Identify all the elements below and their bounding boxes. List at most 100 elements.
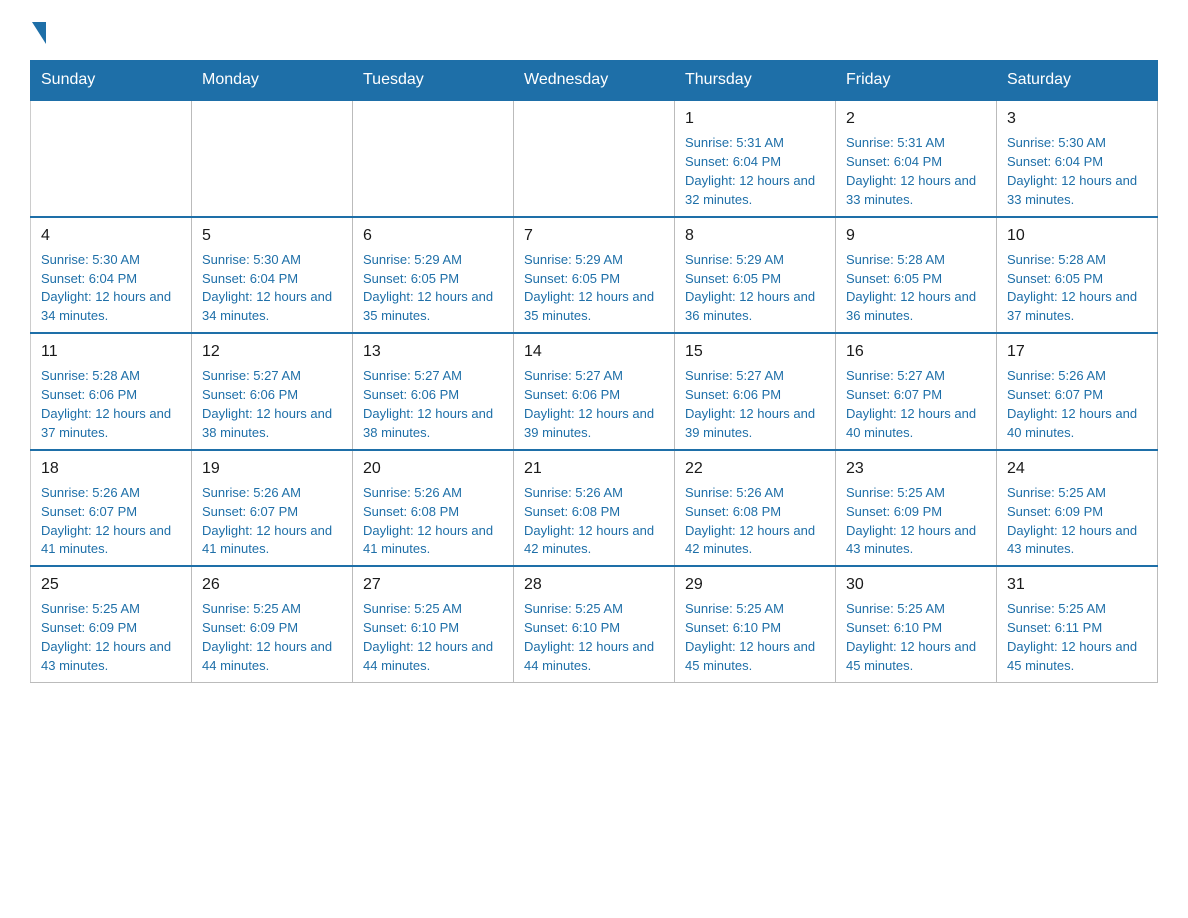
day-number: 3 (1007, 107, 1147, 130)
calendar-week-row: 4 Sunrise: 5:30 AMSunset: 6:04 PMDaylight… (31, 217, 1158, 334)
day-info: Sunrise: 5:30 AMSunset: 6:04 PMDaylight:… (41, 251, 181, 326)
calendar-cell (353, 100, 514, 217)
day-info: Sunrise: 5:30 AMSunset: 6:04 PMDaylight:… (202, 251, 342, 326)
day-of-week-header: Tuesday (353, 61, 514, 101)
calendar-cell: 3 Sunrise: 5:30 AMSunset: 6:04 PMDaylight… (997, 100, 1158, 217)
calendar-week-row: 25 Sunrise: 5:25 AMSunset: 6:09 PMDayligh… (31, 566, 1158, 682)
logo (30, 20, 46, 44)
calendar-cell: 15 Sunrise: 5:27 AMSunset: 6:06 PMDayligh… (675, 333, 836, 450)
calendar-cell: 27Sunrise: 5:25 AMSunset: 6:10 PMDayligh… (353, 566, 514, 682)
day-info: Sunrise: 5:30 AMSunset: 6:04 PMDaylight:… (1007, 134, 1147, 209)
day-of-week-header: Sunday (31, 61, 192, 101)
day-info: Sunrise: 5:26 AMSunset: 6:07 PMDaylight:… (202, 484, 342, 559)
day-number: 26 (202, 573, 342, 596)
calendar-cell: 13 Sunrise: 5:27 AMSunset: 6:06 PMDayligh… (353, 333, 514, 450)
calendar-cell: 14 Sunrise: 5:27 AMSunset: 6:06 PMDayligh… (514, 333, 675, 450)
day-number: 8 (685, 224, 825, 247)
day-number: 21 (524, 457, 664, 480)
day-number: 12 (202, 340, 342, 363)
calendar-cell: 24 Sunrise: 5:25 AMSunset: 6:09 PMDayligh… (997, 450, 1158, 567)
day-number: 5 (202, 224, 342, 247)
calendar-cell: 7 Sunrise: 5:29 AMSunset: 6:05 PMDaylight… (514, 217, 675, 334)
day-number: 20 (363, 457, 503, 480)
day-info: Sunrise: 5:27 AMSunset: 6:06 PMDaylight:… (524, 367, 664, 442)
day-number: 6 (363, 224, 503, 247)
calendar-cell: 25 Sunrise: 5:25 AMSunset: 6:09 PMDayligh… (31, 566, 192, 682)
day-number: 9 (846, 224, 986, 247)
calendar-cell (31, 100, 192, 217)
day-number: 18 (41, 457, 181, 480)
day-number: 19 (202, 457, 342, 480)
page-header (30, 20, 1158, 44)
day-info: Sunrise: 5:31 AMSunset: 6:04 PMDaylight:… (846, 134, 986, 209)
day-info: Sunrise: 5:26 AMSunset: 6:07 PMDaylight:… (41, 484, 181, 559)
calendar-cell: 21 Sunrise: 5:26 AMSunset: 6:08 PMDayligh… (514, 450, 675, 567)
day-info: Sunrise: 5:26 AMSunset: 6:08 PMDaylight:… (685, 484, 825, 559)
day-info: Sunrise: 5:28 AMSunset: 6:05 PMDaylight:… (846, 251, 986, 326)
day-info: Sunrise: 5:27 AMSunset: 6:07 PMDaylight:… (846, 367, 986, 442)
day-of-week-header: Friday (836, 61, 997, 101)
calendar-cell (192, 100, 353, 217)
day-info: Sunrise: 5:25 AMSunset: 6:09 PMDaylight:… (1007, 484, 1147, 559)
day-number: 1 (685, 107, 825, 130)
day-number: 16 (846, 340, 986, 363)
day-number: 4 (41, 224, 181, 247)
day-info: Sunrise: 5:29 AMSunset: 6:05 PMDaylight:… (685, 251, 825, 326)
calendar-cell: 12 Sunrise: 5:27 AMSunset: 6:06 PMDayligh… (192, 333, 353, 450)
day-info: Sunrise: 5:25 AMSunset: 6:09 PMDaylight:… (202, 600, 342, 675)
day-info: Sunrise: 5:27 AMSunset: 6:06 PMDaylight:… (363, 367, 503, 442)
calendar-cell: 6 Sunrise: 5:29 AMSunset: 6:05 PMDaylight… (353, 217, 514, 334)
calendar-cell: 17Sunrise: 5:26 AMSunset: 6:07 PMDayligh… (997, 333, 1158, 450)
day-of-week-header: Thursday (675, 61, 836, 101)
day-info: Sunrise: 5:25 AMSunset: 6:11 PMDaylight:… (1007, 600, 1147, 675)
calendar-cell: 9 Sunrise: 5:28 AMSunset: 6:05 PMDaylight… (836, 217, 997, 334)
day-of-week-header: Saturday (997, 61, 1158, 101)
day-info: Sunrise: 5:25 AMSunset: 6:09 PMDaylight:… (41, 600, 181, 675)
calendar-cell: 19 Sunrise: 5:26 AMSunset: 6:07 PMDayligh… (192, 450, 353, 567)
calendar-cell: 8 Sunrise: 5:29 AMSunset: 6:05 PMDaylight… (675, 217, 836, 334)
calendar-cell: 5 Sunrise: 5:30 AMSunset: 6:04 PMDaylight… (192, 217, 353, 334)
calendar-header-row: SundayMondayTuesdayWednesdayThursdayFrid… (31, 61, 1158, 101)
calendar-cell: 4 Sunrise: 5:30 AMSunset: 6:04 PMDaylight… (31, 217, 192, 334)
day-number: 2 (846, 107, 986, 130)
day-number: 31 (1007, 573, 1147, 596)
day-of-week-header: Monday (192, 61, 353, 101)
day-info: Sunrise: 5:26 AMSunset: 6:08 PMDaylight:… (524, 484, 664, 559)
day-info: Sunrise: 5:26 AMSunset: 6:08 PMDaylight:… (363, 484, 503, 559)
day-number: 14 (524, 340, 664, 363)
day-info: Sunrise: 5:27 AMSunset: 6:06 PMDaylight:… (202, 367, 342, 442)
calendar-table: SundayMondayTuesdayWednesdayThursdayFrid… (30, 60, 1158, 683)
day-number: 27 (363, 573, 503, 596)
day-info: Sunrise: 5:26 AMSunset: 6:07 PMDaylight:… (1007, 367, 1147, 442)
day-number: 30 (846, 573, 986, 596)
day-number: 7 (524, 224, 664, 247)
day-number: 11 (41, 340, 181, 363)
calendar-cell: 28 Sunrise: 5:25 AMSunset: 6:10 PMDayligh… (514, 566, 675, 682)
calendar-cell: 20 Sunrise: 5:26 AMSunset: 6:08 PMDayligh… (353, 450, 514, 567)
day-info: Sunrise: 5:25 AMSunset: 6:10 PMDaylight:… (846, 600, 986, 675)
day-info: Sunrise: 5:25 AMSunset: 6:10 PMDaylight:… (685, 600, 825, 675)
day-info: Sunrise: 5:27 AMSunset: 6:06 PMDaylight:… (685, 367, 825, 442)
day-of-week-header: Wednesday (514, 61, 675, 101)
calendar-cell: 29 Sunrise: 5:25 AMSunset: 6:10 PMDayligh… (675, 566, 836, 682)
calendar-cell: 10Sunrise: 5:28 AMSunset: 6:05 PMDayligh… (997, 217, 1158, 334)
day-number: 24 (1007, 457, 1147, 480)
day-number: 25 (41, 573, 181, 596)
logo-triangle-icon (32, 22, 46, 44)
day-number: 23 (846, 457, 986, 480)
calendar-cell: 11 Sunrise: 5:28 AMSunset: 6:06 PMDayligh… (31, 333, 192, 450)
day-info: Sunrise: 5:31 AMSunset: 6:04 PMDaylight:… (685, 134, 825, 209)
calendar-cell: 26 Sunrise: 5:25 AMSunset: 6:09 PMDayligh… (192, 566, 353, 682)
day-info: Sunrise: 5:28 AMSunset: 6:06 PMDaylight:… (41, 367, 181, 442)
day-number: 22 (685, 457, 825, 480)
day-info: Sunrise: 5:29 AMSunset: 6:05 PMDaylight:… (524, 251, 664, 326)
day-number: 13 (363, 340, 503, 363)
day-number: 15 (685, 340, 825, 363)
calendar-week-row: 11 Sunrise: 5:28 AMSunset: 6:06 PMDayligh… (31, 333, 1158, 450)
day-info: Sunrise: 5:25 AMSunset: 6:10 PMDaylight:… (524, 600, 664, 675)
calendar-cell: 22 Sunrise: 5:26 AMSunset: 6:08 PMDayligh… (675, 450, 836, 567)
calendar-cell: 18 Sunrise: 5:26 AMSunset: 6:07 PMDayligh… (31, 450, 192, 567)
day-number: 28 (524, 573, 664, 596)
day-number: 29 (685, 573, 825, 596)
day-info: Sunrise: 5:29 AMSunset: 6:05 PMDaylight:… (363, 251, 503, 326)
